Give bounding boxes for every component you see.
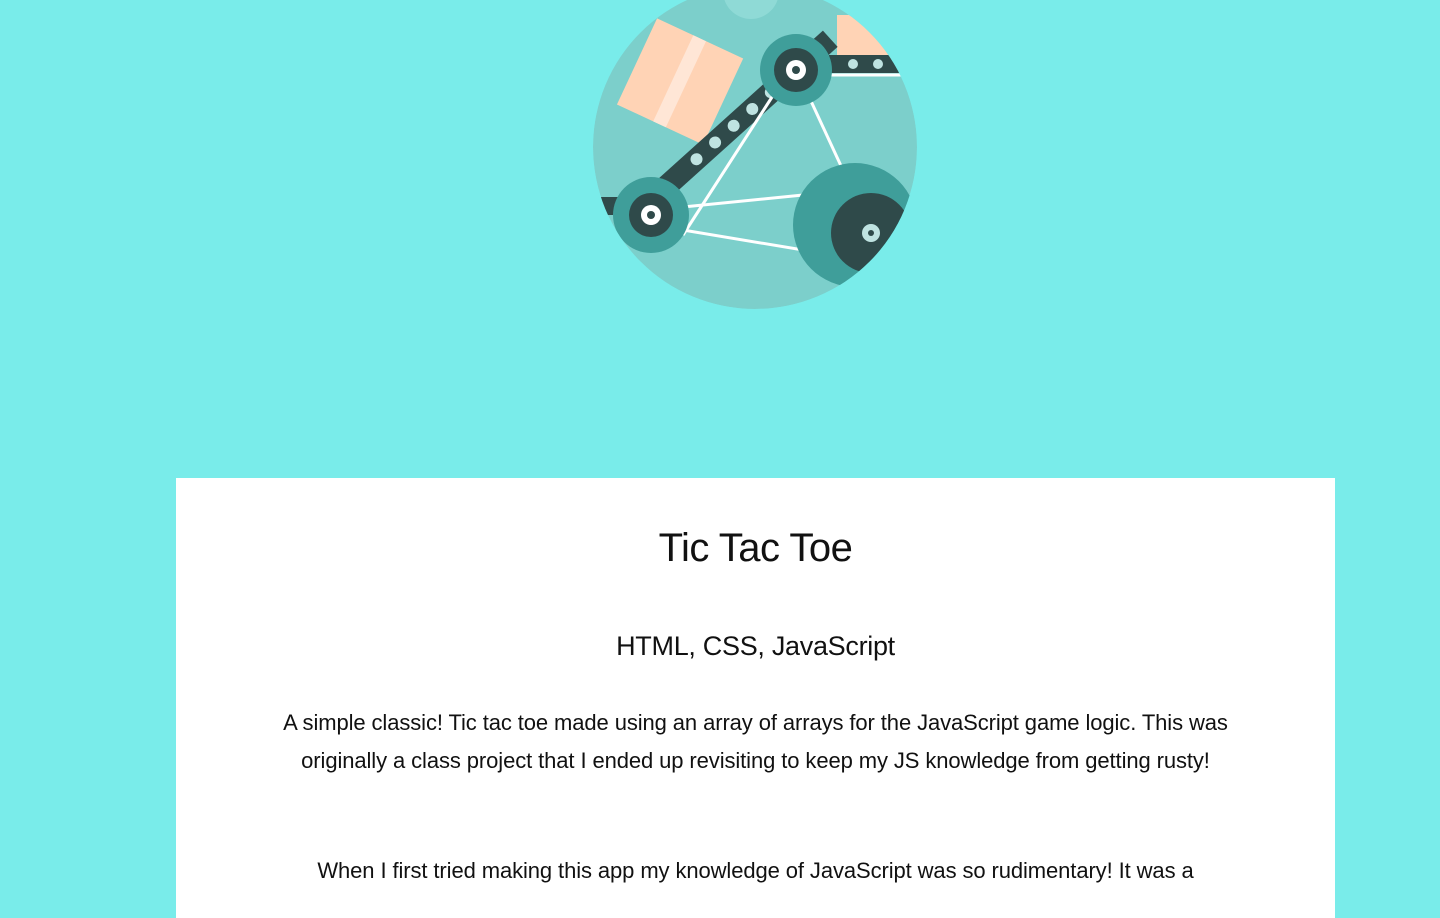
project-card: Tic Tac Toe HTML, CSS, JavaScript A simp…	[176, 478, 1335, 918]
project-illustration	[593, 0, 917, 309]
gears-illustration-icon	[593, 0, 917, 309]
hero-section	[0, 0, 1440, 478]
project-title: Tic Tac Toe	[658, 526, 853, 570]
project-description-paragraph: When I first tried making this app my kn…	[317, 858, 1194, 883]
project-description-paragraph: A simple classic! Tic tac toe made using…	[283, 710, 1228, 773]
project-technologies: HTML, CSS, JavaScript	[616, 631, 895, 661]
